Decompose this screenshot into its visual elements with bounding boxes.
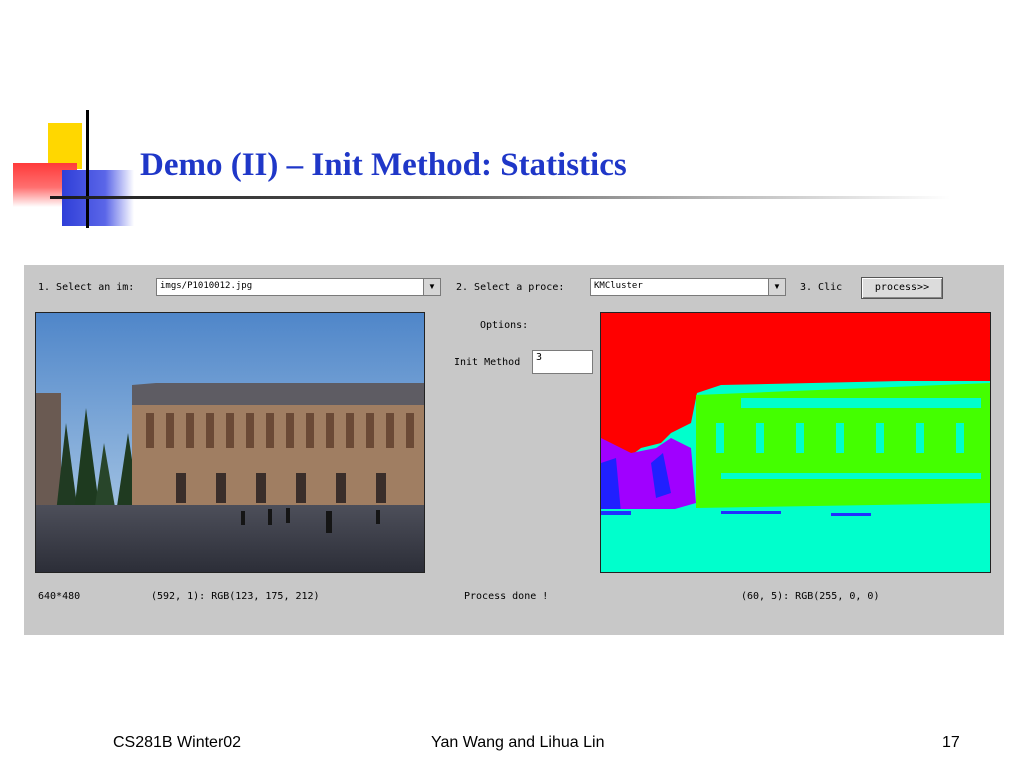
step3-label: 3. Clic — [800, 282, 843, 293]
decorative-vertical-line — [86, 110, 89, 228]
options-label: Options: — [480, 320, 529, 331]
image-select[interactable]: imgs/P1010012.jpg ▼ — [156, 278, 441, 296]
left-pixel-info: (592, 1): RGB(123, 175, 212) — [151, 591, 320, 602]
footer-authors: Yan Wang and Lihua Lin — [431, 734, 605, 751]
image-select-value: imgs/P1010012.jpg — [160, 281, 253, 291]
clustered-image — [600, 312, 991, 573]
slide-title: Demo (II) – Init Method: Statistics — [140, 147, 627, 183]
slide-number: 17 — [942, 734, 960, 751]
footer-course: CS281B Winter02 — [113, 734, 242, 751]
right-pixel-info: (60, 5): RGB(255, 0, 0) — [741, 591, 880, 602]
original-image-photo — [36, 313, 424, 572]
process-select-value: KMCluster — [594, 281, 643, 291]
original-image — [35, 312, 425, 573]
clustered-image-result — [601, 313, 990, 572]
step1-label: 1. Select an im: — [38, 282, 135, 293]
init-method-label: Init Method — [454, 357, 521, 368]
image-dimensions: 640*480 — [38, 591, 81, 602]
init-method-field[interactable]: 3 — [532, 350, 593, 374]
process-status: Process done ! — [464, 591, 549, 602]
process-select[interactable]: KMCluster ▼ — [590, 278, 786, 296]
process-button[interactable]: process>> — [861, 277, 943, 299]
demo-app-window: 1. Select an im: imgs/P1010012.jpg ▼ 2. … — [24, 265, 1004, 635]
title-underline — [50, 196, 950, 199]
step2-label: 2. Select a proce: — [456, 282, 565, 293]
chevron-down-icon[interactable]: ▼ — [768, 279, 785, 295]
chevron-down-icon[interactable]: ▼ — [423, 279, 440, 295]
